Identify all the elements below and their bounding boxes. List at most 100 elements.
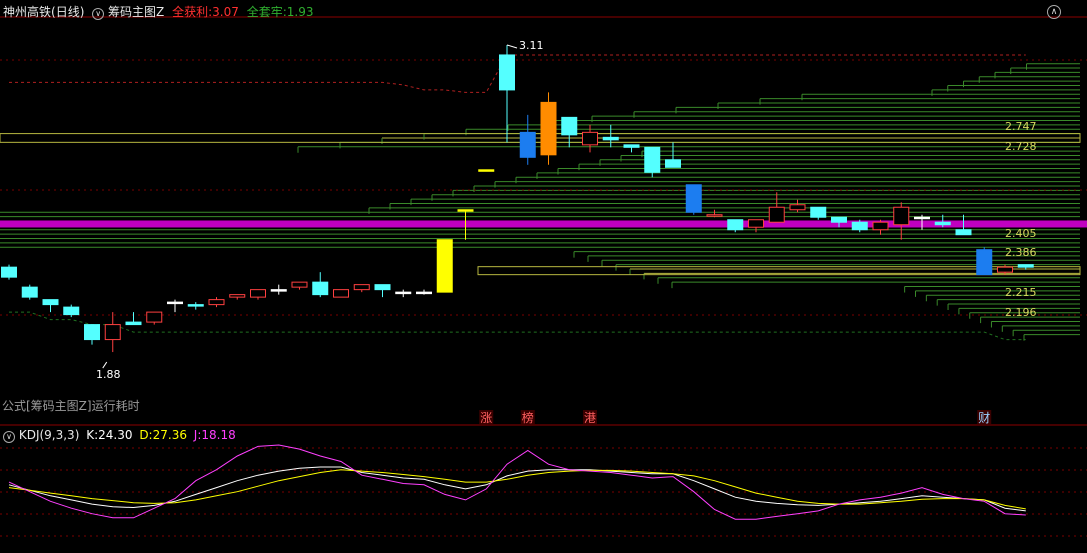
candle [478, 169, 495, 172]
candle-body [499, 54, 515, 91]
candle-body [250, 289, 266, 298]
candle [540, 92, 557, 165]
candle-body [416, 291, 432, 295]
candle-body [208, 299, 225, 306]
candle [84, 324, 100, 345]
candle-body [478, 169, 495, 172]
profit-value: 3.07 [212, 5, 239, 19]
candle-body [187, 304, 204, 307]
candle [270, 284, 287, 295]
candle-body [146, 311, 163, 323]
candle [395, 289, 412, 298]
candle-body [333, 289, 349, 298]
event-marker: 榜 [522, 410, 534, 425]
candle-body [582, 131, 598, 146]
stock-name[interactable]: 神州高铁 [3, 5, 51, 19]
kdj-dropdown-icon[interactable]: ∨ [3, 431, 15, 443]
price-level-label: 2.728 [1005, 140, 1037, 153]
chip-distribution [0, 54, 1087, 341]
candle [374, 284, 391, 298]
chart-header: 神州高铁(日线) ∨ 筹码主图Z 全获利:3.07 全套牢:1.93 [3, 5, 313, 20]
candle-body [748, 219, 764, 228]
candle [1, 264, 17, 280]
candle-body [167, 301, 183, 305]
candle-body [997, 266, 1013, 273]
candle-body [831, 216, 847, 223]
candle [727, 219, 744, 233]
j-value: 18.18 [201, 428, 236, 442]
candle-body [540, 101, 557, 156]
candle-body [519, 131, 536, 158]
candle-body [561, 116, 578, 136]
candle [187, 302, 204, 310]
kdj-indicator [8, 444, 1026, 520]
kdj-header: ∨ KDJ(9,3,3) K:24.30 D:27.36 J:18.18 [3, 428, 236, 443]
collapse-button[interactable]: ∧ [1047, 5, 1061, 19]
candle [976, 247, 993, 276]
indicator-name[interactable]: 筹码主图Z [108, 5, 164, 19]
candle [21, 284, 38, 300]
candle-body [457, 209, 474, 212]
candle [436, 239, 453, 293]
d-value: 27.36 [152, 428, 187, 442]
candle-body [665, 159, 681, 168]
profit-label: 全获利: [172, 5, 213, 19]
candle [42, 299, 59, 313]
candle [312, 272, 329, 298]
candle-body [21, 286, 38, 298]
candle [416, 289, 432, 295]
candle-body [727, 219, 744, 231]
low-price-label: 1.88 [96, 368, 121, 381]
high-price-pointer [506, 44, 518, 49]
candle [519, 114, 536, 165]
candle [810, 206, 827, 220]
candle [685, 184, 702, 215]
candle [768, 192, 785, 223]
kdj-name[interactable]: KDJ(9,3,3) [19, 428, 80, 442]
price-level-label: 2.405 [1005, 227, 1037, 240]
candle [250, 289, 266, 300]
indicator-dropdown-icon[interactable]: ∨ [92, 8, 105, 20]
event-marker: 港 [584, 411, 596, 425]
kdj-line-j [8, 444, 1026, 520]
candle [291, 281, 308, 290]
candle-body [706, 214, 723, 217]
candle [499, 44, 515, 143]
price-level-label: 2.196 [1005, 306, 1037, 319]
candle-body [125, 321, 142, 326]
trapped-value: 1.93 [286, 5, 314, 19]
candle-body [955, 229, 972, 236]
candle [872, 219, 889, 235]
candle-body [84, 324, 100, 341]
k-value: 24.30 [98, 428, 133, 442]
stock-chart: 2.747 2.728 2.405 2.386 2.215 2.196 3.11 1.88 涨… [0, 16, 1087, 537]
candle-body [1, 266, 17, 278]
candle-body [623, 144, 640, 148]
candlestick-series: 3.11 1.88 涨 榜 港 财 [1, 39, 1034, 425]
period-label[interactable]: (日线) [51, 5, 84, 19]
candle-body [1017, 264, 1034, 268]
candle [623, 144, 640, 153]
candle [748, 219, 764, 233]
candle [706, 209, 723, 218]
candle [125, 312, 142, 326]
candle-body [934, 221, 951, 226]
candle [167, 299, 183, 313]
price-level-label: 2.386 [1005, 246, 1037, 259]
trapped-label: 全套牢: [246, 5, 287, 19]
candle [229, 294, 246, 300]
main-cost-line [0, 220, 1087, 228]
candle-body [270, 289, 287, 292]
profit-line [9, 54, 1026, 93]
price-level-label: 2.747 [1005, 120, 1037, 133]
grid-lines: 2.747 2.728 2.405 2.386 2.215 2.196 [0, 16, 1087, 537]
candle-body [291, 281, 308, 288]
candle-body [312, 281, 329, 296]
candle [665, 142, 681, 168]
candle-body [42, 299, 59, 306]
candle [789, 199, 806, 213]
candle-body [685, 184, 702, 213]
event-marker: 财 [978, 411, 990, 425]
candle [104, 312, 121, 353]
candle-body [436, 239, 453, 293]
